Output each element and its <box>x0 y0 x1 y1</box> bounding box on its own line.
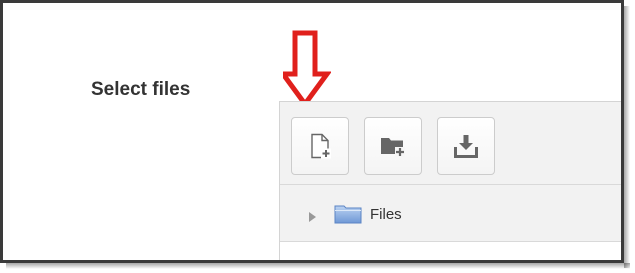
select-files-label: Select files <box>91 79 191 100</box>
file-manager: Files <box>279 101 621 260</box>
create-folder-button[interactable] <box>364 117 422 175</box>
folder-tree: Files <box>280 185 621 242</box>
expand-caret-icon[interactable] <box>309 212 316 222</box>
down-arrow-icon <box>283 30 331 108</box>
tree-root-files[interactable]: Files <box>370 206 402 223</box>
file-manager-toolbar <box>280 102 621 185</box>
screenshot-frame: Select files Files <box>0 0 624 263</box>
folder-icon <box>334 205 362 224</box>
create-folder-icon <box>381 138 405 157</box>
frame-shadow <box>6 263 630 269</box>
download-icon <box>454 135 478 158</box>
add-file-button[interactable] <box>291 117 349 175</box>
download-all-button[interactable] <box>437 117 495 175</box>
add-file-icon <box>311 133 331 159</box>
frame-shadow <box>624 6 630 268</box>
